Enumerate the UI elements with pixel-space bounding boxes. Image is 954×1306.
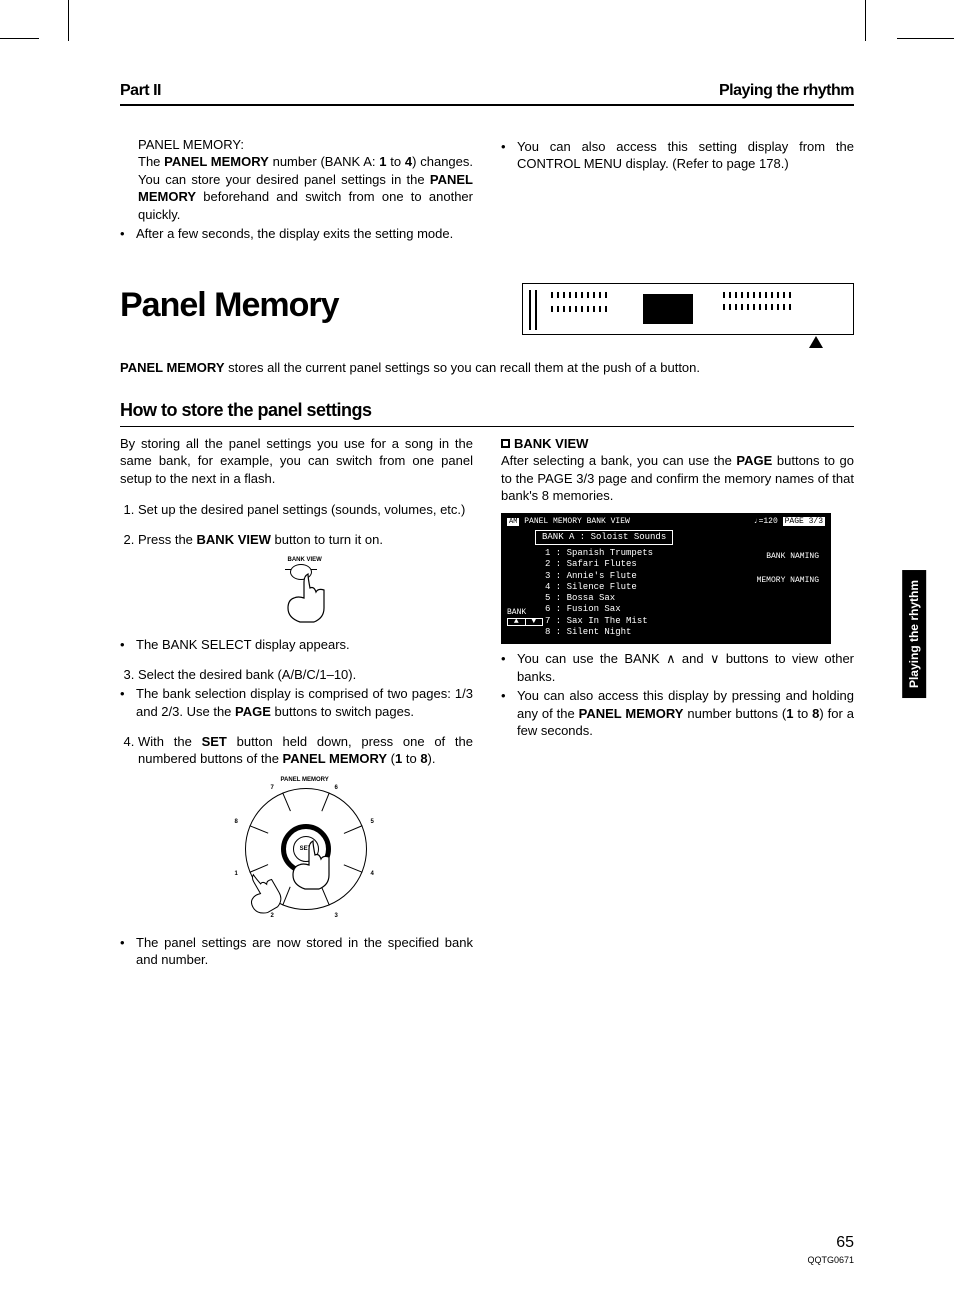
crop-mark	[0, 38, 39, 39]
step-4: With the SET button held down, press one…	[138, 733, 473, 969]
section-description: PANEL MEMORY stores all the current pane…	[120, 359, 854, 377]
right-bullet-2: • You can also access this display by pr…	[501, 687, 854, 740]
screen-memory-naming: MEMORY NAMING	[757, 576, 819, 586]
screen-bank-title: BANK A : Soloist Sounds	[535, 530, 673, 545]
step-4-bullet: • The panel settings are now stored in t…	[120, 934, 473, 969]
bank-view-illustration: BANK VIEW	[256, 556, 356, 626]
page-header: Part II Playing the rhythm	[120, 80, 854, 106]
device-illustration	[522, 283, 854, 335]
header-right: Playing the rhythm	[719, 80, 854, 102]
bank-view-heading: BANK VIEW	[501, 435, 854, 453]
step-2-note: •The BANK SELECT display appears.	[120, 636, 473, 654]
step-1: Set up the desired panel settings (sound…	[138, 501, 473, 519]
howto-title: How to store the panel settings	[120, 398, 854, 426]
header-left: Part II	[120, 80, 161, 102]
crop-mark	[897, 38, 954, 39]
panel-dial-illustration: PANEL MEMORY SET 1 2 3	[231, 774, 381, 924]
howto-intro: By storing all the panel settings you us…	[120, 435, 473, 488]
step-3-bullet: • The bank selection display is comprise…	[120, 685, 473, 720]
crop-mark	[38, 0, 69, 41]
section-title: Panel Memory	[120, 283, 339, 329]
lcd-screen: AM PANEL MEMORY BANK VIEW ♩=120 PAGE 3/3…	[501, 513, 831, 644]
crop-mark	[865, 0, 896, 41]
panel-memory-label: PANEL MEMORY: The PANEL MEMORY number (B…	[120, 136, 473, 224]
intro-bullet: • After a few seconds, the display exits…	[120, 225, 473, 243]
page-footer: 65 QQTG0671	[807, 1232, 854, 1266]
doc-code: QQTG0671	[807, 1254, 854, 1266]
intro-paragraph: The PANEL MEMORY number (BANK A: 1 to 4)…	[138, 153, 473, 223]
arrow-up-icon	[809, 336, 823, 348]
screen-bank-naming: BANK NAMING	[766, 552, 819, 562]
side-tab: Playing the rhythm	[902, 570, 926, 698]
step-3: Select the desired bank (A/B/C/1–10). • …	[138, 666, 473, 721]
bank-view-paragraph: After selecting a bank, you can use the …	[501, 452, 854, 505]
step-2: Press the BANK VIEW button to turn it on…	[138, 531, 473, 654]
right-bullet-1: • You can use the BANK ∧ and ∨ buttons t…	[501, 650, 854, 685]
intro-right-bullet: • You can also access this setting displ…	[501, 138, 854, 173]
screen-bank-label: BANK ▲ ▼	[507, 608, 543, 626]
square-bullet-icon	[501, 439, 510, 448]
page-number: 65	[836, 1234, 854, 1251]
